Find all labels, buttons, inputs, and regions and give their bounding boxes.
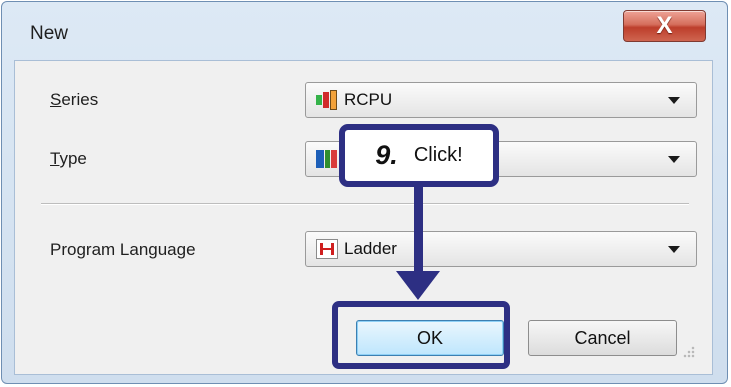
chevron-down-icon [668, 97, 680, 104]
rcpu-chip-icon [316, 90, 338, 110]
series-select[interactable]: RCPU [305, 82, 697, 118]
chevron-down-icon [668, 246, 680, 253]
chevron-down-icon [668, 156, 680, 163]
annotation-arrow-shaft [414, 187, 423, 273]
close-button[interactable]: X [623, 10, 706, 42]
cancel-button[interactable]: Cancel [528, 320, 677, 356]
ladder-program-icon [316, 239, 338, 259]
window-title: New [30, 23, 69, 44]
close-icon: X [656, 12, 673, 39]
resize-grip[interactable] [683, 346, 695, 358]
series-select-value: RCPU [344, 90, 393, 109]
series-label-text: eries [61, 90, 99, 109]
callout-text: Click! [413, 144, 463, 166]
program-language-label: Program Language [50, 240, 196, 259]
separator [41, 203, 689, 205]
series-label: Series [50, 90, 98, 110]
cpu-type-icon [316, 149, 338, 169]
type-label-text: ype [59, 149, 87, 168]
type-label: Type [50, 149, 87, 169]
ok-highlight-box [332, 301, 510, 369]
step-callout: 9. Click! [339, 124, 499, 187]
program-language-select-value: Ladder [344, 239, 397, 258]
annotation-arrow-head [396, 271, 440, 300]
program-language-select[interactable]: Ladder [305, 231, 697, 267]
series-label-mnemonic: S [50, 90, 62, 109]
callout-step-number: 9. [375, 140, 398, 170]
